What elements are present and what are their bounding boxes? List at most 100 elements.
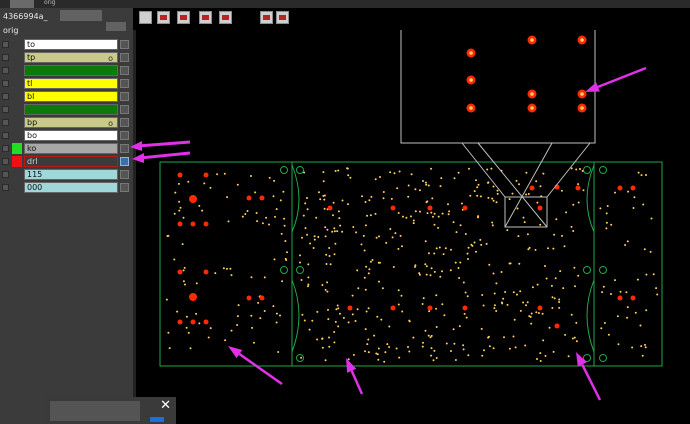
drill-hit: [322, 180, 325, 183]
save-icon[interactable]: [139, 11, 152, 24]
layer-name[interactable]: bs: [24, 104, 118, 115]
layer-options-button[interactable]: [120, 183, 129, 192]
layer-checkbox[interactable]: [2, 132, 9, 139]
layer-name[interactable]: 115: [24, 169, 118, 180]
layer-checkbox[interactable]: [2, 158, 9, 165]
layer-row-tp[interactable]: tp o: [0, 51, 133, 64]
layer-color-swatch[interactable]: [12, 130, 22, 141]
layer-tool-6-icon[interactable]: [276, 11, 289, 24]
layer-color-swatch[interactable]: [12, 104, 22, 115]
drill-hit: [433, 349, 436, 352]
layer-name[interactable]: ts: [24, 65, 118, 76]
drill-hit: [419, 210, 421, 213]
drill-hit: [433, 223, 436, 226]
layer-options-button[interactable]: [120, 40, 129, 49]
layer-row-bo[interactable]: bo: [0, 129, 133, 142]
drill-hit: [378, 280, 380, 283]
layer-row-ts[interactable]: ts: [0, 64, 133, 77]
window-tab-label[interactable]: orig: [44, 0, 78, 6]
layer-color-swatch[interactable]: [12, 143, 22, 154]
layer-checkbox[interactable]: [2, 93, 9, 100]
drill-hit: [185, 315, 188, 318]
drill-hit: [376, 353, 379, 356]
layer-color-swatch[interactable]: [12, 169, 22, 180]
layer-options-button[interactable]: [120, 105, 129, 114]
layer-tool-4-icon[interactable]: [219, 11, 232, 24]
layer-options-button[interactable]: [120, 79, 129, 88]
layer-options-button[interactable]: [120, 53, 129, 62]
layer-color-swatch[interactable]: [12, 117, 22, 128]
drill-hit: [562, 287, 565, 290]
drill-hit: [487, 196, 490, 199]
layer-color-swatch[interactable]: [12, 91, 22, 102]
drill-hit: [237, 304, 240, 307]
layer-name[interactable]: bl: [24, 91, 118, 102]
drill-hit: [440, 177, 443, 180]
layer-color-swatch[interactable]: [12, 182, 22, 193]
layer-color-swatch[interactable]: [12, 39, 22, 50]
drill-hit: [256, 220, 259, 223]
drill-hole: [203, 319, 209, 325]
layer-row-bs[interactable]: bs: [0, 103, 133, 116]
title-bar: orig: [0, 0, 690, 8]
floating-window[interactable]: ✕: [46, 397, 176, 424]
drill-hit: [407, 184, 410, 187]
layer-row-ko[interactable]: ko: [0, 142, 133, 155]
layer-checkbox[interactable]: [2, 54, 9, 61]
drill-hit: [607, 333, 610, 336]
drill-hit: [602, 285, 605, 288]
layer-checkbox[interactable]: [2, 106, 9, 113]
layer-row-000[interactable]: 000: [0, 181, 133, 194]
layer-options-button[interactable]: [120, 170, 129, 179]
layer-row-drl[interactable]: drl: [0, 155, 133, 168]
layer-color-swatch[interactable]: [12, 78, 22, 89]
drill-hit: [461, 202, 463, 205]
layer-tool-3-icon[interactable]: [199, 11, 212, 24]
layer-tool-1-icon[interactable]: [157, 11, 170, 24]
layer-row-bp[interactable]: bp o: [0, 116, 133, 129]
layer-tool-5-icon[interactable]: [260, 11, 273, 24]
window-tab[interactable]: [10, 0, 34, 8]
layer-checkbox[interactable]: [2, 171, 9, 178]
drill-hit: [236, 183, 239, 186]
layer-name[interactable]: bo: [24, 130, 118, 141]
drill-hit: [516, 207, 519, 210]
drill-hit: [418, 189, 421, 192]
layer-options-button[interactable]: [120, 92, 129, 101]
layer-name[interactable]: to: [24, 39, 118, 50]
layer-name[interactable]: bp o: [24, 117, 118, 128]
layer-name[interactable]: ko: [24, 143, 118, 154]
layer-name[interactable]: tl: [24, 78, 118, 89]
drill-hit: [321, 337, 324, 340]
drill-hit: [551, 307, 554, 309]
drill-hit: [452, 328, 455, 331]
drill-hit: [553, 297, 556, 300]
drill-hit: [462, 348, 465, 351]
fiducial-ring: [296, 266, 304, 274]
layer-checkbox[interactable]: [2, 80, 9, 87]
layer-row-to[interactable]: to: [0, 38, 133, 51]
layer-tool-2-icon[interactable]: [177, 11, 190, 24]
layer-name[interactable]: drl: [24, 156, 118, 167]
layer-name[interactable]: 000: [24, 182, 118, 193]
layer-name[interactable]: tp o: [24, 52, 118, 63]
layer-checkbox[interactable]: [2, 41, 9, 48]
layer-checkbox[interactable]: [2, 145, 9, 152]
layer-color-swatch[interactable]: [12, 65, 22, 76]
layer-color-swatch[interactable]: [12, 52, 22, 63]
drill-hit: [341, 230, 344, 233]
layer-row-115[interactable]: 115: [0, 168, 133, 181]
layer-checkbox[interactable]: [2, 119, 9, 126]
layer-row-tl[interactable]: tl: [0, 77, 133, 90]
layer-row-bl[interactable]: bl: [0, 90, 133, 103]
layer-options-button[interactable]: [120, 118, 129, 127]
drill-hit: [326, 228, 329, 231]
drill-canvas[interactable]: [136, 30, 690, 424]
layer-checkbox[interactable]: [2, 184, 9, 191]
layer-color-swatch[interactable]: [12, 156, 22, 167]
layer-checkbox[interactable]: [2, 67, 9, 74]
close-icon[interactable]: ✕: [160, 398, 171, 413]
drill-hit: [433, 252, 436, 255]
layer-options-button[interactable]: [120, 66, 129, 75]
drill-hit: [491, 197, 494, 200]
